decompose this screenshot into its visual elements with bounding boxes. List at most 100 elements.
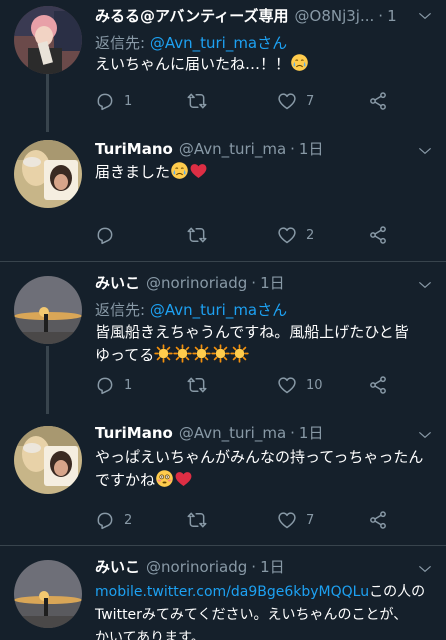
timestamp[interactable]: 1日 <box>299 140 324 158</box>
reply-to-label: 返信先: <box>95 34 150 52</box>
timestamp[interactable]: 1日 <box>299 424 324 442</box>
reply-icon <box>95 510 115 530</box>
avatar[interactable] <box>14 6 82 74</box>
tweet[interactable]: みいこ @norinoriadg · 1日 返信先: @Avn_turi_maさん 皆… <box>0 262 446 408</box>
reply-button[interactable] <box>95 224 115 246</box>
user-handle[interactable]: @norinoriadg <box>146 274 247 292</box>
reply-button[interactable]: 1 <box>95 374 132 396</box>
reply-to-label: 返信先: <box>95 301 150 319</box>
sun-icon <box>173 344 192 363</box>
chevron-down-icon[interactable] <box>418 558 432 580</box>
like-count: 10 <box>306 377 323 393</box>
red-heart-icon <box>174 469 193 488</box>
timestamp[interactable]: 1日 <box>260 274 285 292</box>
chevron-down-icon[interactable] <box>418 424 432 446</box>
like-icon <box>277 510 297 530</box>
like-button[interactable]: 2 <box>277 224 314 246</box>
tweet-text: 皆風船きえちゃうんですね。風船上げたひと皆 ゆってる <box>95 323 409 364</box>
display-name[interactable]: TuriMano <box>95 424 173 442</box>
crying-face-icon <box>170 161 189 180</box>
share-icon <box>368 375 388 395</box>
share-button[interactable] <box>368 90 388 112</box>
tweet-actions: 1 10 <box>95 374 395 396</box>
retweet-icon <box>187 510 207 530</box>
tweet[interactable]: みいこ @norinoriadg · 1日 mobile.twitter.com/da… <box>0 546 446 640</box>
like-count: 7 <box>306 512 315 528</box>
share-button[interactable] <box>368 224 388 246</box>
tweet-header: みいこ @norinoriadg · 1日 <box>95 558 285 576</box>
share-icon <box>368 225 388 245</box>
reply-context: 返信先: @Avn_turi_maさん <box>95 299 287 321</box>
reply-button[interactable]: 2 <box>95 509 132 531</box>
reply-icon <box>95 225 115 245</box>
reply-count: 1 <box>124 377 133 393</box>
retweet-icon <box>187 375 207 395</box>
reply-mention-link[interactable]: @Avn_turi_maさん <box>150 301 287 319</box>
tweet-actions: 2 <box>95 224 395 246</box>
sun-icon <box>192 344 211 363</box>
retweet-icon <box>187 225 207 245</box>
chevron-down-icon[interactable] <box>418 5 432 27</box>
tweet[interactable]: TuriMano @Avn_turi_ma · 1日 届きました 2 <box>0 130 446 258</box>
tweet-header: みいこ @norinoriadg · 1日 <box>95 274 285 292</box>
crying-face-icon <box>290 53 309 72</box>
like-button[interactable]: 7 <box>277 90 314 112</box>
retweet-button[interactable] <box>187 90 207 112</box>
share-icon <box>368 91 388 111</box>
user-handle[interactable]: @Avn_turi_ma <box>179 140 286 158</box>
reply-context: 返信先: @Avn_turi_maさん <box>95 32 287 54</box>
display-name[interactable]: TuriMano <box>95 140 173 158</box>
chevron-down-icon[interactable] <box>418 274 432 296</box>
tweet[interactable]: TuriMano @Avn_turi_ma · 1日 やっぱえいちゃんがみんなの持って… <box>0 408 446 548</box>
avatar[interactable] <box>14 140 82 208</box>
tweet-text: 届きました <box>95 161 432 184</box>
tweet-actions: 1 7 <box>95 90 395 112</box>
share-button[interactable] <box>368 374 388 396</box>
retweet-button[interactable] <box>187 374 207 396</box>
like-button[interactable]: 10 <box>277 374 323 396</box>
tweet-header: みるる@アバンティーズ専用@O8Nj3j...·1日 <box>95 5 396 27</box>
like-icon <box>277 225 297 245</box>
user-handle[interactable]: @Avn_turi_ma <box>179 424 286 442</box>
tweet-text: やっぱえいちゃんがみんなの持ってっちゃったん ですかね <box>95 448 424 489</box>
tweet-actions: 2 7 <box>95 509 395 531</box>
tweet-link[interactable]: mobile.twitter.com/da9Bge6kbyMQQLu <box>95 584 369 600</box>
timestamp[interactable]: 1日 <box>260 558 285 576</box>
retweet-button[interactable] <box>187 509 207 531</box>
like-button[interactable]: 7 <box>277 509 314 531</box>
sun-icon <box>211 344 230 363</box>
tweet-text: えいちゃんに届いたね…！！ <box>95 53 432 76</box>
like-count: 7 <box>306 93 315 109</box>
reply-button[interactable]: 1 <box>95 90 132 112</box>
reply-icon <box>95 375 115 395</box>
share-button[interactable] <box>368 509 388 531</box>
sun-icon <box>230 344 249 363</box>
retweet-button[interactable] <box>187 224 207 246</box>
retweet-icon <box>187 91 207 111</box>
tweet-header: TuriMano @Avn_turi_ma · 1日 <box>95 424 324 442</box>
user-handle[interactable]: @O8Nj3j... <box>295 7 375 25</box>
tweet-text: mobile.twitter.com/da9Bge6kbyMQQLuこの人の T… <box>95 584 426 640</box>
display-name[interactable]: みいこ <box>95 558 140 576</box>
tweet-header: TuriMano @Avn_turi_ma · 1日 <box>95 140 324 158</box>
avatar[interactable] <box>14 560 82 628</box>
avatar[interactable] <box>14 426 82 494</box>
sun-icon <box>154 344 173 363</box>
avatar[interactable] <box>14 276 82 344</box>
reply-count: 1 <box>124 93 133 109</box>
reply-icon <box>95 91 115 111</box>
like-count: 2 <box>306 227 315 243</box>
share-icon <box>368 510 388 530</box>
user-handle[interactable]: @norinoriadg <box>146 558 247 576</box>
display-name[interactable]: みいこ <box>95 274 140 292</box>
reply-count: 2 <box>124 512 133 528</box>
flushed-face-icon <box>155 469 174 488</box>
timestamp[interactable]: 1日 <box>387 7 396 25</box>
like-icon <box>277 91 297 111</box>
tweet[interactable]: みるる@アバンティーズ専用@O8Nj3j...·1日 返信先: @Avn_tur… <box>0 0 446 130</box>
display-name[interactable]: みるる@アバンティーズ専用 <box>95 7 289 25</box>
red-heart-icon <box>189 161 208 180</box>
reply-mention-link[interactable]: @Avn_turi_maさん <box>150 34 287 52</box>
chevron-down-icon[interactable] <box>418 140 432 162</box>
like-icon <box>277 375 297 395</box>
